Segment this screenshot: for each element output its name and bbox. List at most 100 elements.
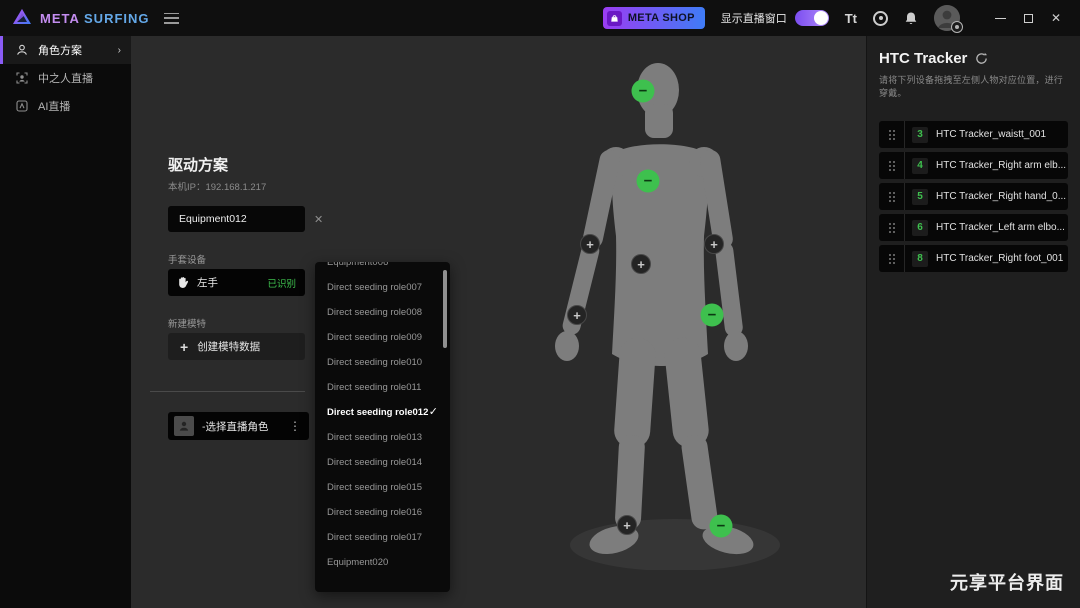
sidebar-item-label: 角色方案 [38,42,82,58]
role-person-icon [174,416,194,436]
meta-shop-button[interactable]: META SHOP [603,7,705,29]
glove-section-label: 手套设备 [168,252,206,266]
tracker-dot-left-foot[interactable]: + [617,515,637,535]
window-minimize-button[interactable] [986,5,1014,31]
drag-handle-icon[interactable] [879,214,905,241]
role-select-label: -选择直播角色 [202,419,269,434]
sidebar-item-role-plan[interactable]: 角色方案 › [0,36,131,64]
dropdown-item[interactable]: Direct seeding role016 [315,500,450,525]
equipment-name-field: ✕ [168,206,305,232]
tracker-list-item[interactable]: 6 HTC Tracker_Left arm elbo... [879,214,1068,241]
drag-handle-icon[interactable] [879,152,905,179]
titlebar: META SURFING META SHOP 显示直播窗口 Tt [0,0,1080,36]
meta-shop-label: META SHOP [628,12,695,24]
tracker-dot-left-elbow[interactable]: + [580,234,600,254]
role-dropdown: Equipment006 Direct seeding role007 Dire… [315,262,450,592]
chevron-right-icon: › [118,45,121,56]
brand-meta: META [40,11,79,26]
live-window-toggle[interactable] [795,10,829,26]
dropdown-item-selected[interactable]: Direct seeding role012 ✓ [315,400,450,425]
tracker-dot-right-foot[interactable]: − [710,515,733,538]
page-title: 驱动方案 [168,154,228,175]
tracker-dot-left-hand[interactable]: + [567,305,587,325]
live-window-toggle-label: 显示直播窗口 [721,10,787,26]
window-close-button[interactable]: ✕ [1042,5,1070,31]
refresh-icon[interactable] [975,52,988,65]
main-canvas: 驱动方案 本机IP：192.168.1.217 ✕ 手套设备 左手 已识别 新建… [131,36,866,608]
tracker-number-badge: 3 [912,127,928,143]
tracker-list-item[interactable]: 8 HTC Tracker_Right foot_001 [879,245,1068,272]
sidebar-item-label: AI直播 [38,98,70,114]
create-model-data-button[interactable]: + 创建模特数据 [168,333,305,360]
dropdown-item[interactable]: Equipment006 [315,262,450,275]
recognized-status-badge: 已识别 [267,276,296,290]
dropdown-item[interactable]: Direct seeding role010 [315,350,450,375]
drag-handle-icon[interactable] [879,245,905,272]
clear-input-icon[interactable]: ✕ [314,213,323,226]
dropdown-item[interactable]: Equipment020 [315,550,450,575]
drag-handle-icon[interactable] [879,183,905,210]
live-role-select[interactable]: -选择直播角色 ⋮ [168,412,309,440]
tracker-list-item[interactable]: 3 HTC Tracker_waistt_001 [879,121,1068,148]
tracker-dot-right-hand[interactable]: − [701,304,724,327]
platform-watermark: 元享平台界面 [950,569,1064,595]
tracker-list: 3 HTC Tracker_waistt_001 4 HTC Tracker_R… [879,121,1068,272]
panel-instructions: 请将下列设备拖拽至左侧人物对应位置，进行穿戴。 [879,73,1068,99]
tracker-dot-right-elbow[interactable]: + [704,234,724,254]
person-icon [15,44,29,56]
tracker-label: HTC Tracker_Right arm elb... [936,160,1066,171]
dropdown-item[interactable]: Direct seeding role015 [315,475,450,500]
sidebar-item-label: 中之人直播 [38,70,93,86]
dropdown-item[interactable]: Direct seeding role013 [315,425,450,450]
check-icon: ✓ [429,400,438,425]
kebab-menu-icon[interactable]: ⋮ [289,419,303,433]
dropdown-item[interactable]: Direct seeding role014 [315,450,450,475]
dropdown-item[interactable]: Direct seeding role008 [315,300,450,325]
tracker-label: HTC Tracker_Right foot_001 [936,253,1063,264]
person-frame-icon [15,72,29,84]
brand-text: META SURFING [40,11,150,26]
notifications-bell-icon[interactable] [904,11,918,26]
body-silhouette [510,58,830,570]
sidebar: 角色方案 › 中之人直播 AI直播 [0,36,131,608]
dropdown-item[interactable]: Direct seeding role011 [315,375,450,400]
app-window: META SURFING META SHOP 显示直播窗口 Tt [0,0,1080,608]
logo-icon [12,8,32,28]
plus-icon: + [180,340,188,354]
hand-icon [177,276,189,289]
user-avatar[interactable] [934,5,960,31]
tracker-label: HTC Tracker_waistt_001 [936,129,1046,140]
tracker-list-item[interactable]: 4 HTC Tracker_Right arm elb... [879,152,1068,179]
app-logo: META SURFING [0,8,150,28]
window-maximize-button[interactable] [1014,5,1042,31]
tracker-dot-head[interactable]: − [632,80,655,103]
avatar-status-badge [951,21,963,33]
dropdown-item[interactable]: Direct seeding role009 [315,325,450,350]
htc-tracker-panel: HTC Tracker 请将下列设备拖拽至左侧人物对应位置，进行穿戴。 3 HT… [866,36,1080,608]
tracker-list-item[interactable]: 5 HTC Tracker_Right hand_0... [879,183,1068,210]
text-size-icon[interactable]: Tt [845,11,857,26]
equipment-name-input[interactable] [168,213,314,225]
dropdown-scrollbar[interactable] [443,270,447,348]
menu-hamburger-icon[interactable] [164,13,179,24]
tracker-number-badge: 4 [912,158,928,174]
dropdown-item[interactable]: Direct seeding role007 [315,275,450,300]
create-model-label: 创建模特数据 [197,339,260,354]
tracker-number-badge: 6 [912,220,928,236]
record-disc-icon[interactable] [873,11,888,26]
tracker-number-badge: 8 [912,251,928,267]
drag-handle-icon[interactable] [879,121,905,148]
dropdown-item[interactable]: Direct seeding role017 [315,525,450,550]
left-hand-label: 左手 [197,275,218,290]
tracker-dot-waist[interactable]: + [631,254,651,274]
sidebar-item-ai-live[interactable]: AI直播 [0,92,131,120]
left-hand-glove-card[interactable]: 左手 已识别 [168,269,305,296]
tracker-label: HTC Tracker_Right hand_0... [936,191,1066,202]
panel-title: HTC Tracker [879,50,967,67]
tracker-dot-chest[interactable]: − [637,170,660,193]
tracker-number-badge: 5 [912,189,928,205]
section-divider [150,391,305,392]
sidebar-item-avatar-live[interactable]: 中之人直播 [0,64,131,92]
local-ip-label: 本机IP：192.168.1.217 [168,179,266,193]
tracker-label: HTC Tracker_Left arm elbo... [936,222,1065,233]
